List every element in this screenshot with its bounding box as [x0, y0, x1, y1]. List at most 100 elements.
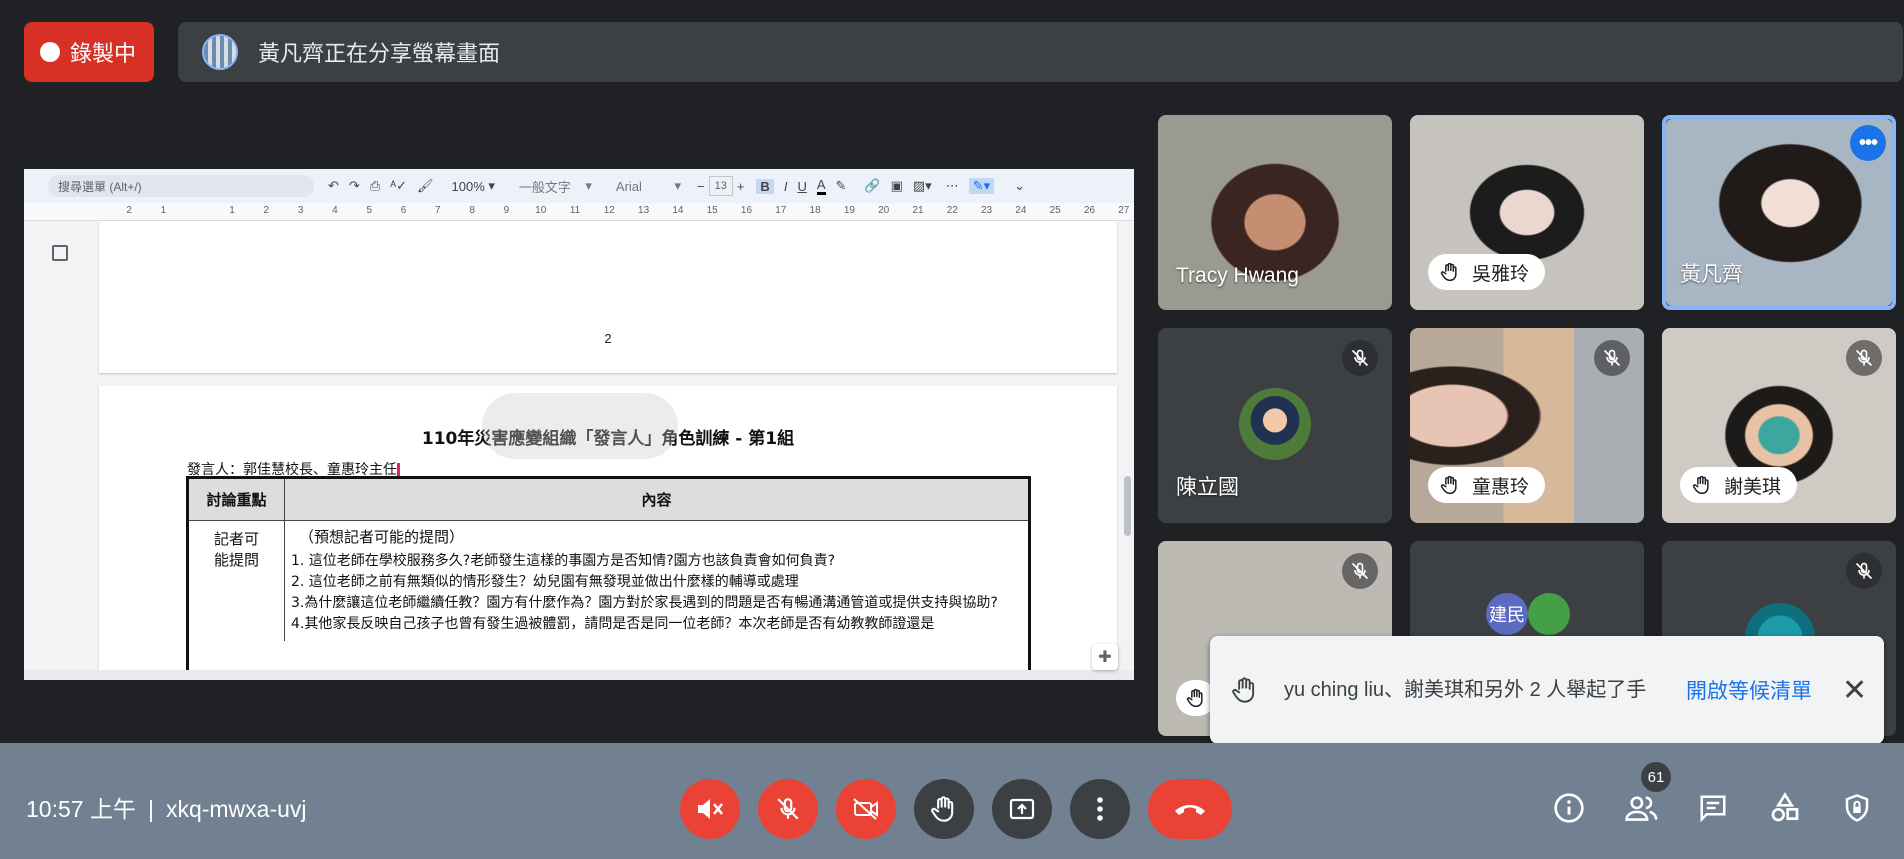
meeting-code: xkq-mwxa-uvj: [165, 796, 307, 822]
participant-name: 吳雅玲: [1472, 263, 1530, 285]
close-icon[interactable]: ✕: [1842, 673, 1867, 708]
participant-tile[interactable]: 謝美琪: [1662, 328, 1896, 523]
row-line: 2. 這位老師之前有無類似的情形發生？幼兒園有無發現並做出什麼樣的輔導或處理: [291, 574, 799, 590]
font-select: Arial ▾: [615, 178, 681, 194]
participant-tile[interactable]: 黃凡齊 •••: [1662, 115, 1896, 310]
font-size-minus: −: [696, 178, 705, 194]
recording-indicator[interactable]: 錄製中: [24, 22, 154, 82]
people-button[interactable]: [1622, 788, 1662, 828]
ruler-number: 1: [229, 205, 235, 216]
editing-mode-icon: ✎▾: [968, 178, 995, 194]
hang-up-icon: [1175, 805, 1205, 815]
presenter-overlay: [482, 393, 678, 459]
font-size-field: 13: [708, 176, 733, 196]
participant-name: 童惠玲: [1472, 476, 1530, 498]
participant-tile[interactable]: Tracy Hwang: [1158, 115, 1392, 310]
mic-off-icon: [1846, 340, 1882, 376]
table-header-cell: 討論重點: [189, 479, 285, 520]
zoom-select: 100% ▾: [451, 178, 495, 194]
mic-button[interactable]: [758, 779, 818, 839]
mic-off-icon: [1342, 553, 1378, 589]
meeting-details-button[interactable]: [1549, 788, 1589, 828]
text-cursor: [397, 463, 400, 477]
presentation-banner: 黃凡齊正在分享螢幕畫面: [178, 22, 1903, 82]
doc-page-1: 2: [99, 221, 1117, 373]
mic-off-icon: [1846, 553, 1882, 589]
italic-icon: I: [783, 178, 788, 194]
table-header-row: 討論重點 內容: [189, 479, 1028, 521]
clock-time: 10:57 上午: [26, 796, 136, 822]
hand-icon: [1440, 475, 1457, 495]
doc-toolbar: 搜尋選單 (Alt+/) ↶ ↷ ⎙ ᴬ✓ 🖌 100% ▾ 一般文字 ▾ Ar…: [24, 169, 1134, 203]
text-color-icon: A: [816, 177, 826, 195]
print-icon: ⎙: [369, 178, 381, 193]
ruler-number: 24: [1015, 205, 1027, 216]
ruler-number: 19: [843, 205, 855, 216]
separator: |: [147, 796, 154, 822]
row-line: 4.其他家長反映自己孩子也曾有發生過被體罰，請問是否是同一位老師？本次老師是否有…: [291, 616, 935, 632]
row-label-text: 記者可能提問: [213, 530, 259, 569]
raised-hands-toast: yu ching liu、謝美琪和另外 2 人舉起了手 開啟等候清單 ✕: [1210, 636, 1884, 744]
participant-name: 陳立國: [1176, 476, 1239, 499]
participant-tile[interactable]: 陳立國: [1158, 328, 1392, 523]
audio-off-button[interactable]: [680, 779, 740, 839]
more-options-button[interactable]: [1070, 779, 1130, 839]
toast-message: yu ching liu、謝美琪和另外 2 人舉起了手: [1284, 678, 1647, 701]
ruler-number: 18: [809, 205, 821, 216]
chat-button[interactable]: [1693, 788, 1733, 828]
ruler-number: 1: [160, 205, 167, 216]
participant-name: 建民: [1489, 605, 1525, 625]
ruler-number: 2: [126, 205, 132, 216]
outline-icon: [52, 245, 68, 261]
collapse-toolbar-icon: ⌄: [1014, 178, 1026, 193]
participant-name: 謝美琪: [1724, 476, 1782, 498]
info-icon: [1554, 793, 1584, 823]
ruler-number: 21: [912, 205, 924, 216]
camera-button[interactable]: [836, 779, 896, 839]
control-bar: 10:57 上午 | xkq-mwxa-uvj 61: [0, 743, 1904, 859]
more-vert-icon: [1097, 797, 1103, 821]
raise-hand-button[interactable]: [914, 779, 974, 839]
ruler-number: 8: [469, 205, 475, 216]
ruler-number: 26: [1083, 205, 1096, 216]
image-icon: ▨▾: [912, 178, 932, 193]
ruler-number: 23: [981, 205, 993, 216]
paint-format-icon: 🖌: [417, 178, 434, 193]
font-value: Arial: [615, 178, 642, 194]
doc-vertical-scrollbar: [1120, 221, 1134, 680]
ruler-number: 16: [740, 205, 753, 216]
mic-off-icon: [1342, 340, 1378, 376]
table-header-cell: 內容: [641, 491, 672, 509]
more-toolbar-icon: ⋯: [945, 178, 959, 193]
table-row-content: （預想記者可能的提問） 1. 這位老師在學校服務多久?老師發生這樣的事園方是否知…: [285, 521, 1028, 641]
row-intro: （預想記者可能的提問）: [299, 528, 465, 546]
people-icon: [1625, 796, 1658, 821]
raised-hand-chip: 童惠玲: [1428, 467, 1546, 503]
scrollbar-thumb: [1124, 476, 1131, 536]
participant-tile[interactable]: 吳雅玲: [1410, 115, 1644, 310]
open-queue-button[interactable]: 開啟等候清單: [1686, 675, 1812, 705]
ruler-number: 22: [946, 205, 958, 216]
participant-tile[interactable]: 童惠玲: [1410, 328, 1644, 523]
leave-call-button[interactable]: [1148, 779, 1232, 839]
meeting-info: 10:57 上午 | xkq-mwxa-uvj: [26, 790, 307, 824]
presenter-avatar: [202, 34, 238, 70]
shared-screen[interactable]: 搜尋選單 (Alt+/) ↶ ↷ ⎙ ᴬ✓ 🖌 100% ▾ 一般文字 ▾ Ar…: [24, 169, 1134, 680]
ruler-number: 17: [775, 205, 787, 216]
activities-button[interactable]: [1765, 788, 1805, 828]
mic-off-icon: [777, 798, 799, 820]
doc-table: 討論重點 內容 記者可能提問 （預想記者可能的提問） 1. 這位老師在學校服務多…: [186, 476, 1031, 680]
zoom-value: 100%: [451, 178, 485, 194]
speaker-off-icon: [698, 799, 724, 819]
present-button[interactable]: [992, 779, 1052, 839]
chat-icon: [1700, 795, 1726, 823]
host-controls-button[interactable]: [1837, 788, 1877, 828]
more-options-icon[interactable]: •••: [1850, 125, 1886, 161]
ruler-number: 9: [503, 205, 510, 216]
table-row: 記者可能提問 （預想記者可能的提問） 1. 這位老師在學校服務多久?老師發生這樣…: [189, 521, 1028, 641]
hand-icon: [1186, 688, 1203, 708]
style-select: 一般文字 ▾: [518, 178, 592, 195]
underline-icon: U: [797, 178, 807, 194]
menu-search-input[interactable]: 搜尋選單 (Alt+/): [48, 175, 314, 197]
camera-off-icon: [853, 798, 878, 820]
